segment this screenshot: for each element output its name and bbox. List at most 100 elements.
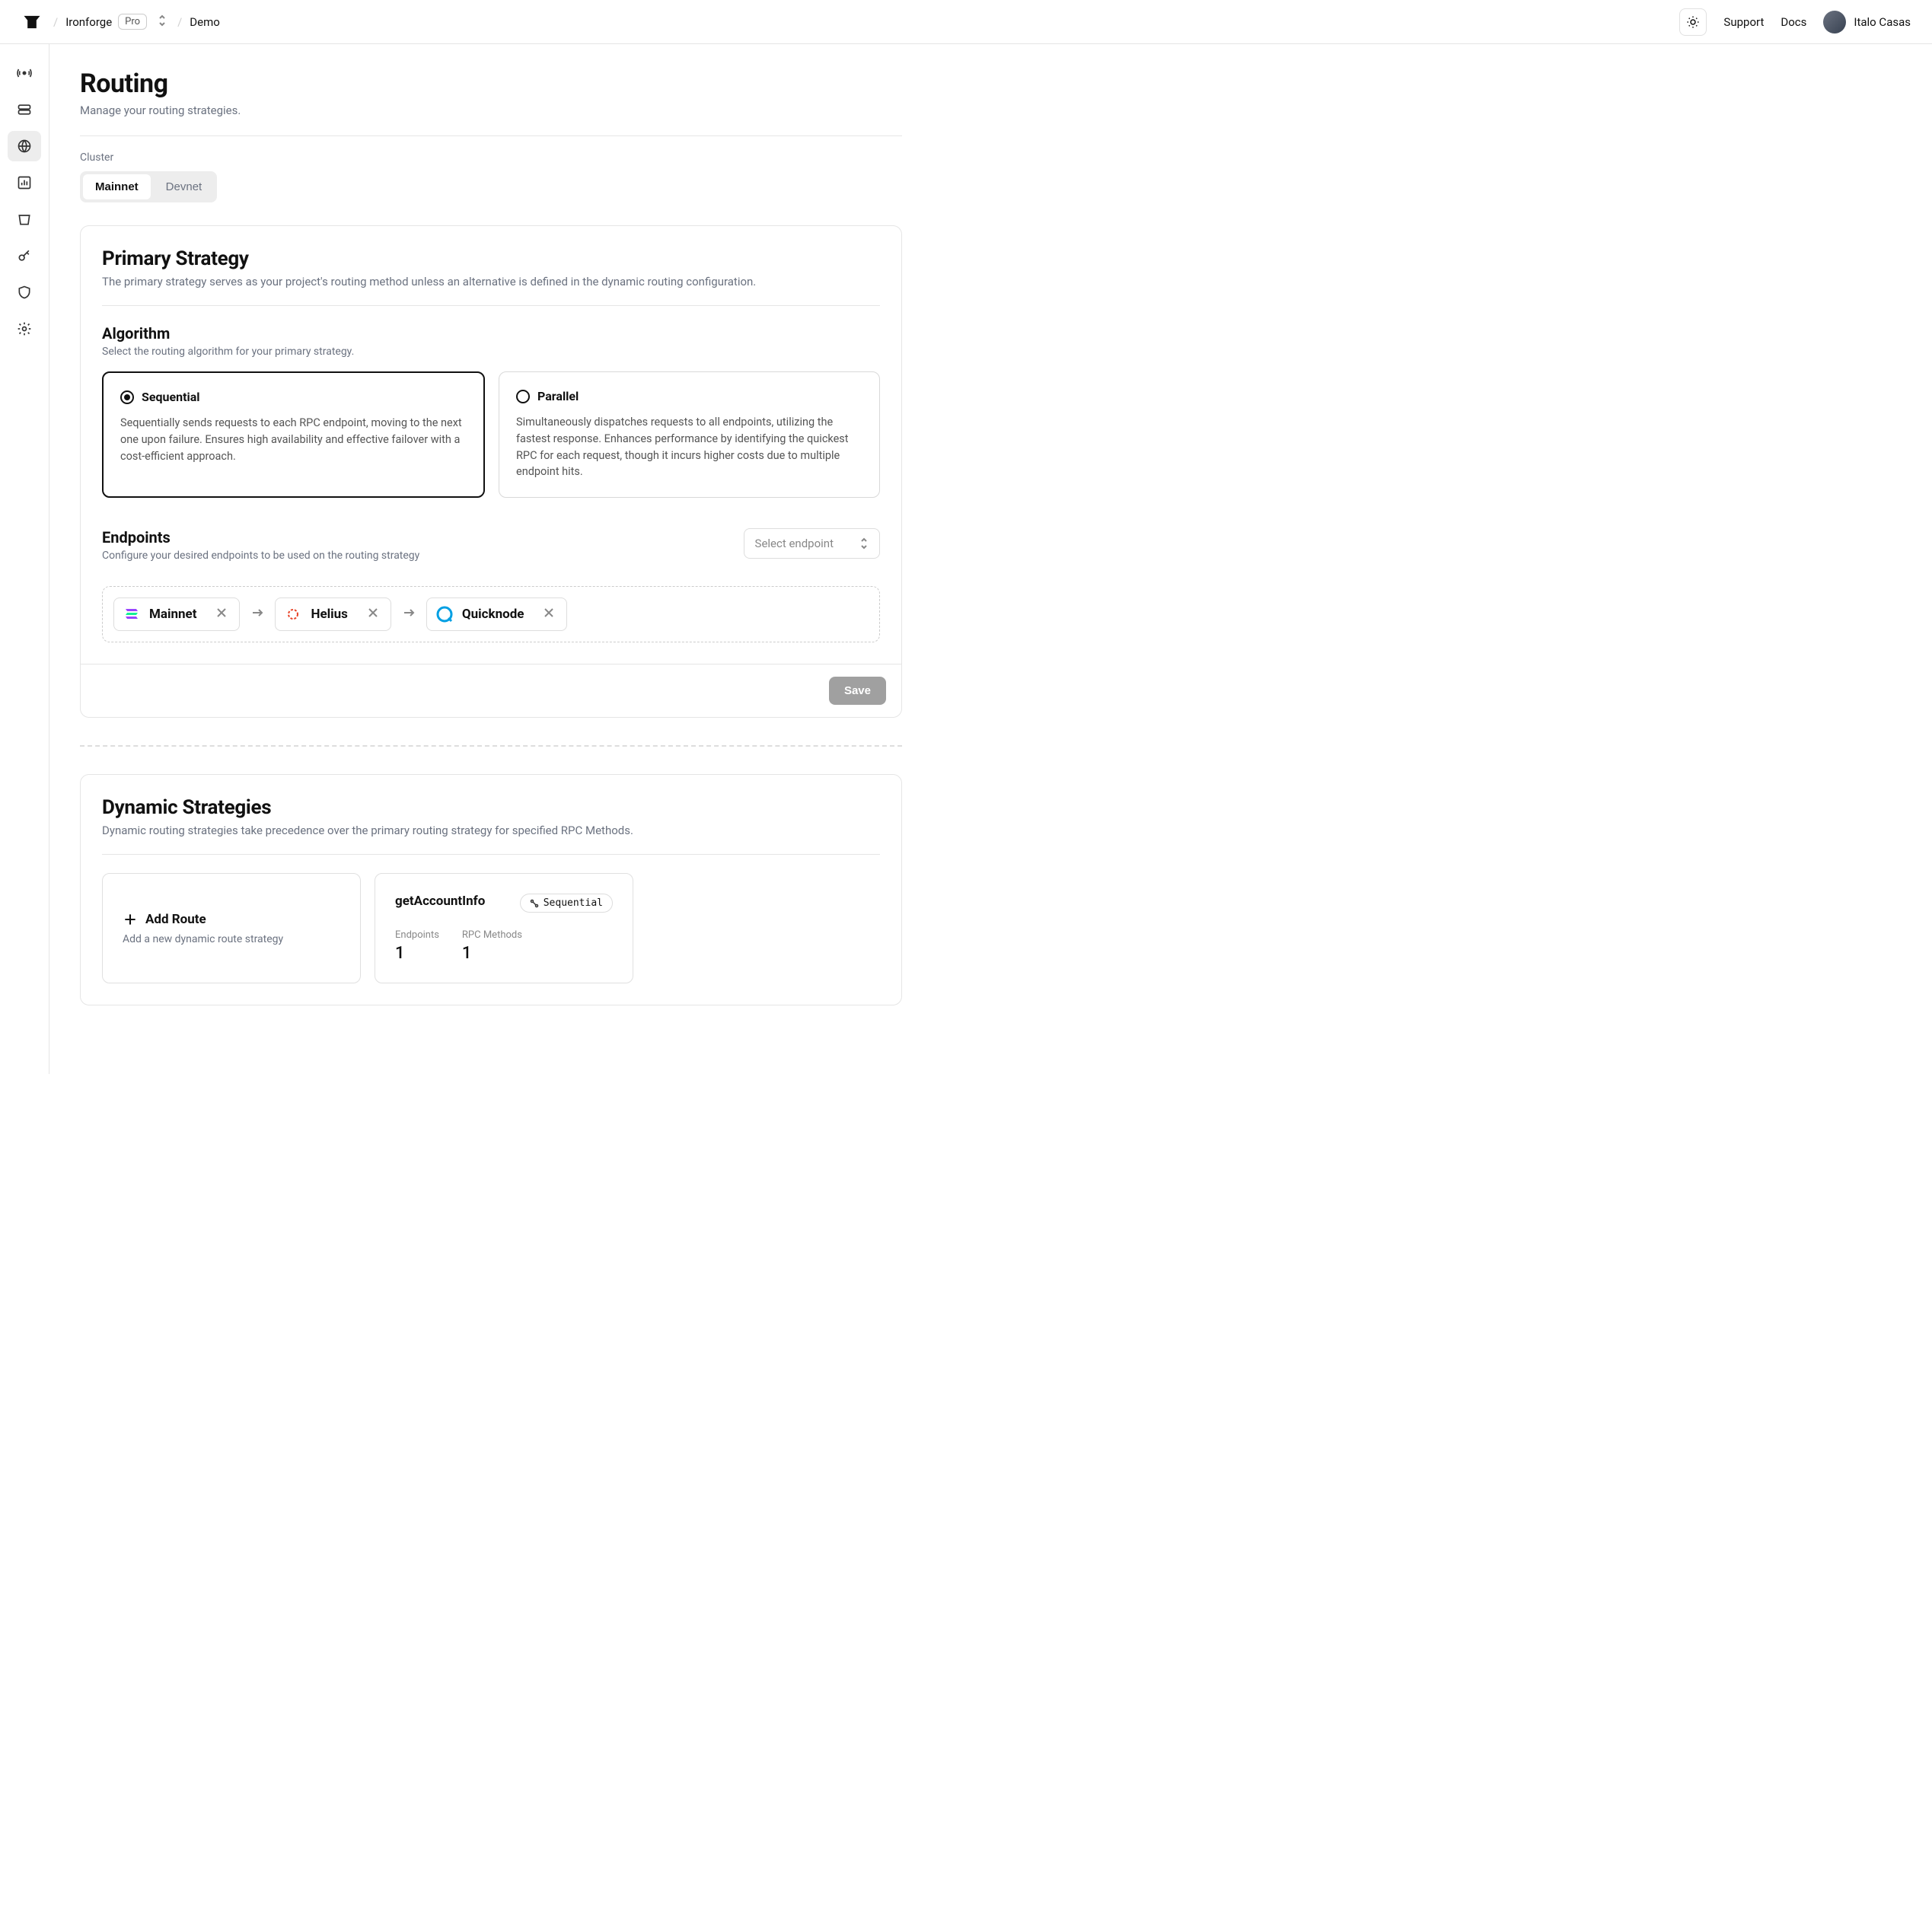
quicknode-icon: [436, 606, 453, 623]
sidebar-item-keys[interactable]: [8, 241, 41, 271]
chevrons-icon: [859, 537, 869, 550]
radio-selected-icon: [120, 390, 134, 404]
dynamic-strategies-card: Dynamic Strategies Dynamic routing strat…: [80, 774, 902, 1005]
solana-icon: [123, 606, 140, 623]
endpoints-header: Endpoints Configure your desired endpoin…: [102, 528, 880, 575]
theme-toggle[interactable]: [1679, 8, 1707, 36]
dynamic-title: Dynamic Strategies: [102, 796, 880, 819]
dynamic-routes: Add Route Add a new dynamic route strate…: [102, 873, 880, 983]
tab-devnet[interactable]: Devnet: [154, 174, 215, 199]
divider: [102, 854, 880, 855]
project-name: Demo: [190, 15, 220, 29]
algo-option-parallel[interactable]: Parallel Simultaneously dispatches reque…: [499, 371, 880, 498]
breadcrumb: / Ironforge Pro / Demo: [53, 14, 220, 30]
breadcrumb-sep: /: [177, 15, 182, 29]
plan-badge: Pro: [118, 14, 147, 30]
gear-icon: [17, 321, 32, 336]
add-route-subtitle: Add a new dynamic route strategy: [123, 933, 340, 945]
algo-desc: Simultaneously dispatches requests to al…: [516, 414, 862, 480]
breadcrumb-project[interactable]: Demo: [190, 15, 220, 29]
main-content: Routing Manage your routing strategies. …: [49, 44, 933, 1074]
algo-subtitle: Select the routing algorithm for your pr…: [102, 346, 880, 358]
cluster-tabs: Mainnet Devnet: [80, 171, 217, 202]
endpoint-name: Quicknode: [462, 607, 524, 622]
add-route-card[interactable]: Add Route Add a new dynamic route strate…: [102, 873, 361, 983]
endpoint-name: Helius: [311, 607, 347, 622]
add-route-title: Add Route: [145, 912, 206, 927]
key-icon: [17, 248, 32, 263]
user-name: Italo Casas: [1854, 15, 1911, 29]
primary-subtitle: The primary strategy serves as your proj…: [102, 275, 880, 288]
sidebar-item-settings[interactable]: [8, 314, 41, 344]
algo-option-sequential[interactable]: Sequential Sequentially sends requests t…: [102, 371, 485, 498]
chevrons-icon[interactable]: [155, 14, 170, 30]
tab-mainnet[interactable]: Mainnet: [83, 174, 151, 199]
plus-icon: [123, 912, 138, 927]
arrow-right-icon: [402, 606, 416, 623]
docs-link[interactable]: Docs: [1781, 15, 1806, 29]
shield-icon: [17, 285, 32, 300]
archive-icon: [17, 212, 32, 227]
app-header: / Ironforge Pro / Demo Support Docs Ital…: [0, 0, 1932, 44]
route-card-getaccountinfo[interactable]: getAccountInfo Sequential Endpoints 1 RP…: [375, 873, 633, 983]
endpoint-name: Mainnet: [149, 607, 196, 622]
sidebar-item-servers[interactable]: [8, 94, 41, 125]
divider-dashed: [80, 745, 902, 747]
header-left: / Ironforge Pro / Demo: [21, 11, 220, 33]
stat-endpoints: Endpoints 1: [395, 929, 439, 963]
endpoint-chain: Mainnet Helius: [102, 586, 880, 642]
page-subtitle: Manage your routing strategies.: [80, 104, 902, 117]
algo-options: Sequential Sequentially sends requests t…: [102, 371, 880, 498]
sidebar-item-analytics[interactable]: [8, 167, 41, 198]
sidebar-item-security[interactable]: [8, 277, 41, 308]
route-name: getAccountInfo: [395, 894, 485, 909]
primary-strategy-card: Primary Strategy The primary strategy se…: [80, 225, 902, 718]
endpoint-chip-helius[interactable]: Helius: [275, 598, 391, 631]
stat-label: Endpoints: [395, 929, 439, 941]
primary-title: Primary Strategy: [102, 247, 880, 270]
algo-title: Algorithm: [102, 324, 880, 343]
radio-unselected-icon: [516, 390, 530, 403]
breadcrumb-sep: /: [53, 15, 58, 29]
remove-endpoint-icon[interactable]: [542, 606, 556, 623]
route-badge-label: Sequential: [544, 897, 603, 909]
select-placeholder: Select endpoint: [755, 537, 834, 550]
save-button[interactable]: Save: [829, 677, 886, 705]
stat-rpc-methods: RPC Methods 1: [462, 929, 522, 963]
sidebar-item-archive[interactable]: [8, 204, 41, 234]
endpoint-chip-mainnet[interactable]: Mainnet: [113, 598, 240, 631]
route-stats: Endpoints 1 RPC Methods 1: [395, 929, 613, 963]
stat-label: RPC Methods: [462, 929, 522, 941]
remove-endpoint-icon[interactable]: [215, 606, 228, 623]
server-icon: [17, 102, 32, 117]
algo-name: Parallel: [537, 389, 579, 403]
divider: [80, 135, 902, 136]
divider: [102, 305, 880, 306]
globe-icon: [17, 139, 32, 154]
endpoints-title: Endpoints: [102, 528, 419, 547]
support-link[interactable]: Support: [1723, 15, 1764, 29]
cluster-label: Cluster: [80, 151, 902, 164]
sidebar: [0, 44, 49, 1074]
remove-endpoint-icon[interactable]: [366, 606, 380, 623]
dynamic-subtitle: Dynamic routing strategies take preceden…: [102, 824, 880, 837]
endpoints-subtitle: Configure your desired endpoints to be u…: [102, 550, 419, 562]
chart-icon: [17, 175, 32, 190]
page-title: Routing: [80, 69, 902, 99]
sidebar-item-routing[interactable]: [8, 131, 41, 161]
broadcast-icon: [17, 65, 32, 81]
breadcrumb-org[interactable]: Ironforge Pro: [65, 14, 147, 30]
card-footer: Save: [81, 664, 901, 717]
route-type-badge: Sequential: [520, 894, 613, 913]
endpoint-chip-quicknode[interactable]: Quicknode: [426, 598, 568, 631]
algo-name: Sequential: [142, 390, 200, 404]
logo-icon: [21, 11, 43, 33]
route-icon: [530, 899, 539, 908]
endpoint-selector[interactable]: Select endpoint: [744, 528, 880, 559]
arrow-right-icon: [250, 606, 264, 623]
sidebar-item-broadcast[interactable]: [8, 58, 41, 88]
helius-icon: [285, 606, 301, 623]
stat-value: 1: [395, 944, 439, 963]
user-menu[interactable]: Italo Casas: [1823, 11, 1911, 33]
sun-icon: [1686, 15, 1700, 29]
